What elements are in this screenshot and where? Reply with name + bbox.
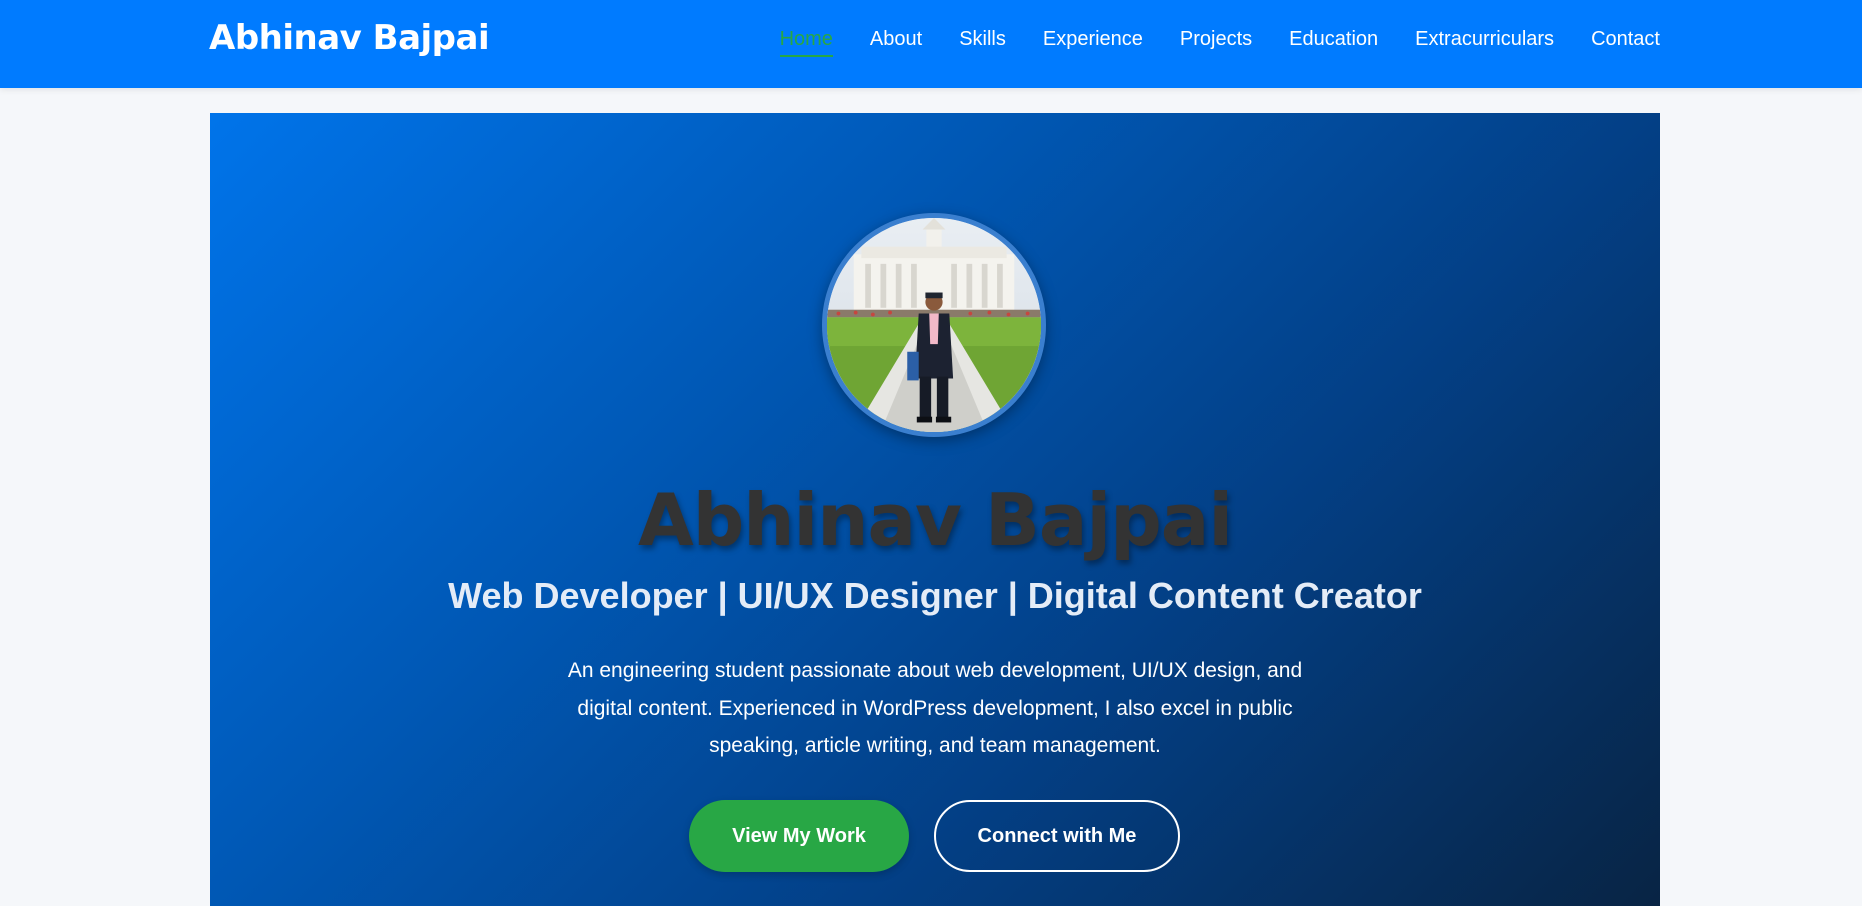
hero-description: An engineering student passionate about … (567, 659, 1303, 757)
nav-link-home[interactable]: Home (779, 28, 833, 57)
nav-link-education[interactable]: Education (1289, 28, 1378, 57)
profile-photo (822, 213, 1046, 437)
hero-tagline: Web Developer | UI/UX Designer | Digital… (448, 575, 1422, 616)
view-my-work-button[interactable]: View My Work (689, 800, 909, 872)
brand-logo[interactable]: Abhinav Bajpai (209, 18, 490, 58)
nav-link-skills[interactable]: Skills (959, 28, 1006, 57)
nav-links: Home About Skills Experience Projects Ed… (743, 28, 1660, 57)
nav-link-projects[interactable]: Projects (1180, 28, 1252, 57)
navbar: Abhinav Bajpai Home About Skills Experie… (0, 0, 1862, 88)
nav-link-contact[interactable]: Contact (1591, 28, 1660, 57)
nav-link-experience[interactable]: Experience (1043, 28, 1143, 57)
nav-link-extracurriculars[interactable]: Extracurriculars (1415, 28, 1554, 57)
hero-name: Abhinav Bajpai (638, 478, 1233, 562)
hero-section: Abhinav Bajpai Web Developer | UI/UX Des… (210, 113, 1660, 906)
nav-link-about[interactable]: About (870, 28, 922, 57)
connect-with-me-button[interactable]: Connect with Me (934, 800, 1180, 872)
